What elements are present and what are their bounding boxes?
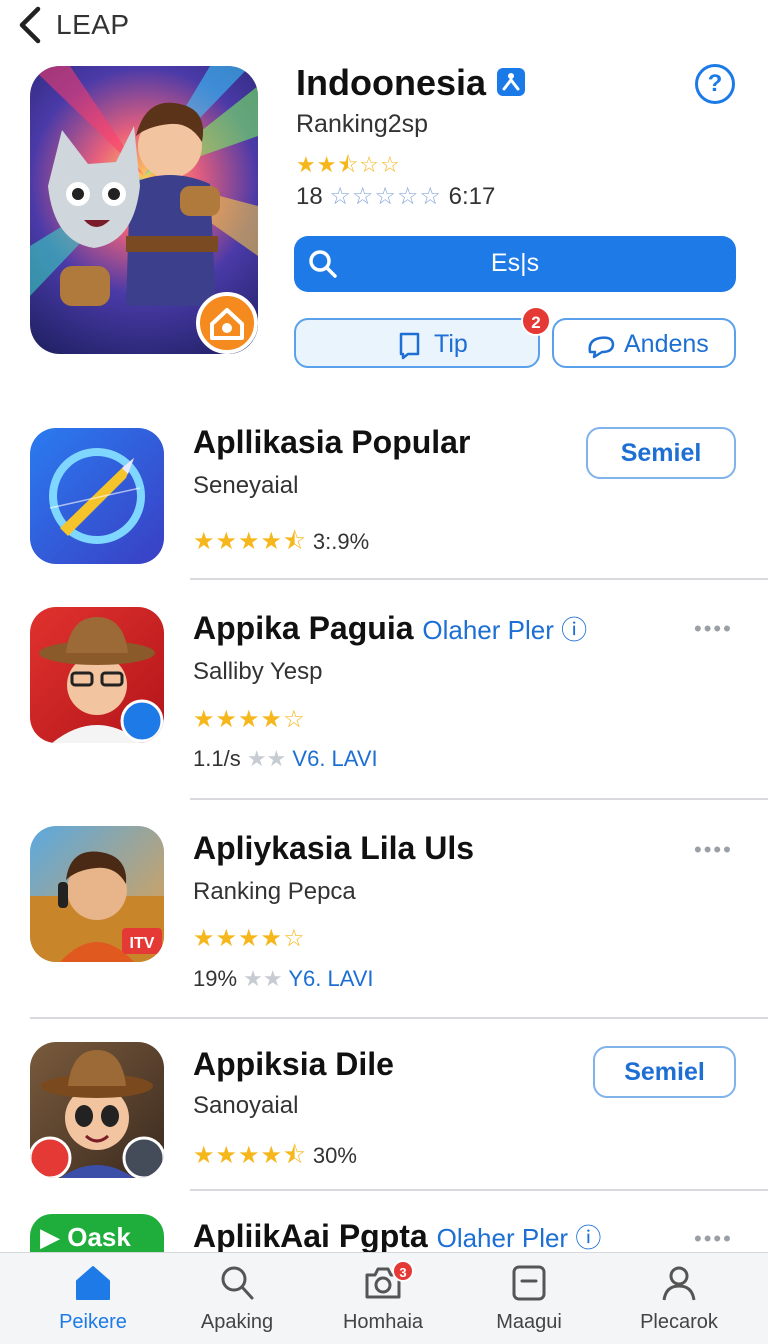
divider [30, 1017, 768, 1019]
app-developer-link[interactable]: Olaher Pler ⓘ [422, 615, 587, 645]
svg-text:ITV: ITV [130, 935, 155, 952]
app-subtitle: Salliby Yesp [193, 658, 323, 685]
tab-label: Homhaia [342, 1311, 424, 1333]
hero-meta: 18 ☆☆☆☆☆ 6:17 [296, 182, 495, 211]
chat-bubble-icon [588, 336, 615, 359]
app-version: Y6. LAVI [288, 966, 374, 991]
app-version-line: 1.1/s ★★ V6. LAVI [193, 746, 378, 771]
tab-label: Apaking [200, 1311, 274, 1333]
hero-subtitle: Ranking2sp [296, 110, 429, 138]
tip-notification-badge: 2 [521, 306, 551, 336]
more-options-icon[interactable]: •••• [694, 1228, 734, 1250]
tab-peikere[interactable]: Peikere [20, 1253, 166, 1344]
app-stars: ★★★★⯪ [193, 528, 307, 555]
app-rating: ★★★★☆ [193, 924, 306, 953]
app-subtitle: Seneyaial [193, 472, 299, 499]
hero-app-icon[interactable] [30, 66, 258, 354]
app-title[interactable]: ApliikAai Pgpta Olaher Pler ⓘ [193, 1218, 601, 1255]
app-title-text: Appika Paguia [193, 610, 414, 646]
home-icon [76, 1266, 110, 1300]
app-version: V6. LAVI [292, 746, 378, 771]
tab-apaking[interactable]: Apaking [164, 1253, 310, 1344]
gamer-avatar-icon: ITV [30, 851, 164, 962]
hero-stars: ★★⯪☆☆ [296, 148, 401, 186]
app-stars: ★★★★☆ [193, 925, 306, 952]
app-action-button[interactable]: Semiel [586, 427, 736, 479]
window-icon [512, 1265, 546, 1301]
hero-meta-time: 6:17 [448, 183, 496, 210]
bottom-tab-bar: Peikere Apaking Homhaia Maagui Plecarok [0, 1252, 768, 1344]
app-rating-text: 3:.9% [312, 529, 370, 554]
book-icon [399, 332, 420, 360]
app-title[interactable]: Apliykasia Lila Uls [193, 830, 474, 867]
app-store-screen: LEAP Indoonesia ? Ranking2sp ★★⯪☆☆ 18 ☆☆… [0, 0, 768, 1344]
cartoon-avatar-icon [30, 1050, 164, 1178]
hero-meta-stars: ☆☆☆☆☆ [329, 183, 442, 210]
app-icon-gamer[interactable]: ITV [30, 826, 164, 962]
more-options-icon[interactable]: •••• [694, 618, 734, 640]
app-action-button[interactable]: Semiel [593, 1046, 736, 1098]
tab-plecarok[interactable]: Plecarok [606, 1253, 752, 1344]
app-meta-prefix: 19% [193, 966, 238, 991]
verified-badge-icon [497, 68, 525, 96]
rocket-icon [49, 448, 145, 544]
tab-label: Peikere [59, 1311, 127, 1333]
search-icon [221, 1266, 254, 1300]
hero-badge-home-icon [196, 292, 258, 354]
app-icon-cowboy[interactable] [30, 607, 164, 743]
search-button[interactable]: Es|s [294, 236, 736, 292]
app-title[interactable]: Apllikasia Popular [193, 424, 470, 461]
tab-label: Maagui [496, 1311, 562, 1333]
hero-star-rating: ★★⯪☆☆ [296, 152, 401, 177]
app-icon-cowboy-cartoon[interactable] [30, 1042, 164, 1178]
hero-title: Indoonesia [296, 62, 487, 103]
app-subtitle: Sanoyaial [193, 1092, 299, 1119]
app-rating: ★★★★⯪ 3:.9% [193, 524, 369, 565]
app-rating: ★★★★☆ [193, 705, 306, 734]
search-button-label: Es|s [490, 249, 540, 277]
app-developer-link[interactable]: Olaher Pler ⓘ [437, 1223, 602, 1253]
profile-icon [662, 1266, 696, 1301]
app-meta-prefix: 1.1/s [193, 746, 241, 771]
hero-meta-count: 18 [296, 183, 323, 210]
andens-button-label: Andens [624, 330, 709, 358]
tip-button-label: Tip [434, 330, 468, 358]
app-rating-text: 30% [312, 1143, 357, 1168]
divider [190, 578, 768, 580]
cowboy-avatar-icon [39, 617, 164, 743]
tab-maagui[interactable]: Maagui [456, 1253, 602, 1344]
app-subtitle: Ranking Pepca [193, 878, 356, 905]
app-icon-rocket[interactable] [30, 428, 164, 564]
tab-homhaia[interactable]: Homhaia [310, 1253, 456, 1344]
app-stars: ★★★★☆ [193, 706, 306, 733]
app-title[interactable]: Appika Paguia Olaher Pler ⓘ [193, 610, 587, 647]
more-options-icon[interactable]: •••• [694, 839, 734, 861]
help-icon[interactable]: ? [695, 64, 735, 104]
tab-notification-badge: 3 [392, 1260, 414, 1282]
back-label[interactable]: LEAP [56, 9, 130, 41]
app-title[interactable]: Appiksia Dile [193, 1046, 394, 1083]
tip-button[interactable]: Tip [294, 318, 540, 368]
top-bar: LEAP [0, 0, 768, 50]
app-icon-oask[interactable]: ▶ Oask [30, 1214, 164, 1254]
andens-button[interactable]: Andens [552, 318, 736, 368]
app-title-text: ApliikAai Pgpta [193, 1218, 428, 1254]
divider [190, 1189, 768, 1191]
app-version-line: 19% ★★ Y6. LAVI [193, 966, 374, 991]
divider [190, 798, 768, 800]
tab-label: Plecarok [640, 1311, 718, 1333]
back-arrow-icon[interactable] [14, 6, 48, 44]
app-stars: ★★★★⯪ [193, 1142, 307, 1169]
app-rating: ★★★★⯪ 30% [193, 1138, 357, 1179]
